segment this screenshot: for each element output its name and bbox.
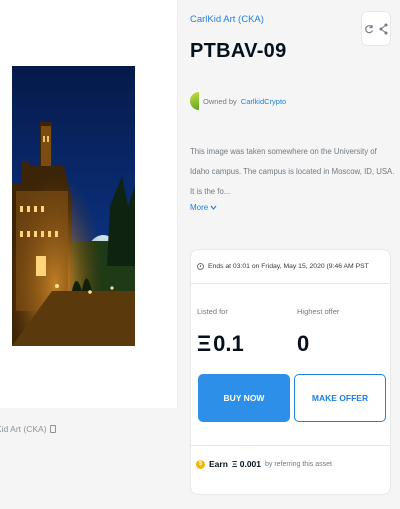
more-label: More [190, 203, 209, 212]
buy-now-button[interactable]: BUY NOW [198, 374, 290, 422]
divider [191, 445, 390, 446]
earn-value: Ξ 0.001 [231, 459, 262, 469]
asset-title: PTBAV-09 [190, 40, 287, 62]
make-offer-button[interactable]: MAKE OFFER [294, 374, 386, 422]
chevron-down-icon [210, 205, 217, 210]
refresh-icon[interactable] [364, 22, 374, 36]
referral-earn[interactable]: $ Earn Ξ 0.001 by referring this asset [196, 459, 332, 469]
item-details: CarlKid Art (CKA) PTBAV-09 Owned by Carl… [178, 0, 400, 509]
offer-value: 0 [297, 331, 310, 356]
more-button[interactable]: More [190, 203, 217, 212]
collection-credit-label: Kid Art (CKA) [0, 424, 47, 434]
document-icon [49, 425, 56, 433]
collection-credit[interactable]: Kid Art (CKA) [0, 424, 56, 434]
owner-prefix: Owned by [203, 96, 237, 106]
collection-link[interactable]: CarlKid Art (CKA) [190, 14, 264, 25]
coin-icon: $ [196, 459, 205, 469]
eth-icon: Ξ [197, 331, 212, 356]
listed-price: Listed for Ξ 0.1 [197, 307, 244, 357]
listed-value-row: Ξ 0.1 [197, 331, 244, 357]
sale-end-text: Ends at 03:01 on Friday, May 15, 2020 (9… [208, 263, 369, 270]
owner-row: Owned by CarlkidCrypto [190, 92, 286, 110]
clock-icon [197, 263, 204, 270]
asset-description: This image was taken somewhere on the Un… [190, 147, 395, 196]
offer-label: Highest offer [297, 307, 340, 316]
artwork-image[interactable] [12, 66, 135, 346]
earn-prefix: Earn [209, 459, 228, 469]
earn-suffix: by referring this asset [265, 460, 332, 468]
listed-label: Listed for [197, 307, 228, 316]
sale-panel: Ends at 03:01 on Friday, May 15, 2020 (9… [190, 249, 391, 495]
listed-value: 0.1 [213, 331, 244, 356]
share-icon[interactable] [378, 22, 388, 36]
avatar[interactable] [190, 92, 199, 110]
asset-actions [361, 11, 391, 46]
sale-end-time: Ends at 03:01 on Friday, May 15, 2020 (9… [191, 250, 390, 284]
highest-offer: Highest offer 0 [297, 307, 339, 357]
owner-link[interactable]: CarlkidCrypto [241, 97, 286, 106]
artwork-card [0, 0, 178, 408]
